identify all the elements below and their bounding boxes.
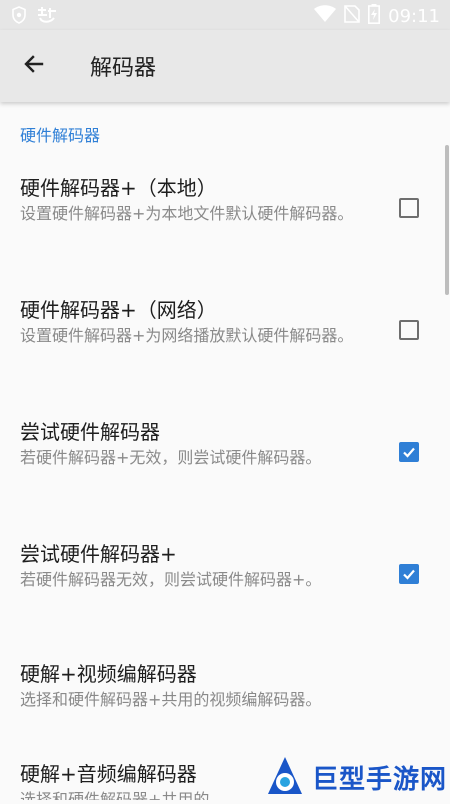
setting-try-hw-decoder[interactable]: 尝试硬件解码器 若硬件解码器+无效，则尝试硬件解码器。 — [0, 404, 450, 522]
status-time: 09:11 — [388, 5, 440, 27]
setting-description: 若硬件解码器无效，则尝试硬件解码器+。 — [20, 570, 322, 589]
setting-title: 尝试硬件解码器+ — [20, 542, 177, 566]
setting-title: 尝试硬件解码器 — [20, 420, 160, 444]
battery-charging-icon — [368, 4, 381, 28]
setting-description: 若硬件解码器+无效，则尝试硬件解码器。 — [20, 448, 322, 467]
status-right-icons: 09:11 — [314, 4, 440, 28]
setting-description: 设置硬件解码器+为网络播放默认硬件解码器。 — [20, 326, 354, 345]
watermark-logo-icon — [262, 754, 308, 800]
settings-list[interactable]: 硬件解码器 硬件解码器+（本地） 设置硬件解码器+为本地文件默认硬件解码器。 硬… — [0, 102, 450, 800]
checkbox-hw-decoder-plus-network[interactable] — [399, 320, 419, 340]
watermark: 巨型手游网 — [262, 754, 450, 800]
watermark-text: 巨型手游网 — [312, 764, 448, 795]
setting-hw-decoder-plus-network[interactable]: 硬件解码器+（网络） 设置硬件解码器+为网络播放默认硬件解码器。 — [0, 282, 450, 400]
page-title: 解码器 — [90, 56, 157, 81]
setting-description: 设置硬件解码器+为本地文件默认硬件解码器。 — [20, 204, 354, 223]
setting-title: 硬解+视频编解码器 — [20, 662, 197, 686]
checkbox-try-hw-decoder-plus[interactable] — [399, 564, 419, 584]
setting-hw-decoder-plus-local[interactable]: 硬件解码器+（本地） 设置硬件解码器+为本地文件默认硬件解码器。 — [0, 160, 450, 278]
checkbox-try-hw-decoder[interactable] — [399, 442, 419, 462]
setting-description: 选择和硬件解码器+共用的视频编解码器。 — [20, 690, 322, 709]
checkbox-hw-decoder-plus-local[interactable] — [399, 198, 419, 218]
no-sim-icon — [344, 5, 360, 27]
back-button[interactable] — [16, 48, 52, 84]
setting-title: 硬件解码器+（本地） — [20, 176, 217, 200]
toolbar: 解码器 — [0, 30, 450, 102]
setting-try-hw-decoder-plus[interactable]: 尝试硬件解码器+ 若硬件解码器无效，则尝试硬件解码器+。 — [0, 526, 450, 644]
status-left-icons — [12, 6, 58, 28]
section-header: 硬件解码器 — [20, 126, 101, 145]
scrollbar-thumb[interactable] — [445, 145, 449, 295]
check-icon — [403, 447, 415, 458]
shield-icon — [12, 6, 26, 28]
setting-title: 硬件解码器+（网络） — [20, 298, 217, 322]
status-bar: 09:11 — [0, 0, 450, 30]
wifi-icon — [314, 5, 337, 27]
check-icon — [403, 569, 415, 580]
arrow-left-icon — [22, 52, 46, 80]
app-notification-icon — [36, 6, 58, 28]
setting-title: 硬解+音频编解码器 — [20, 762, 197, 786]
setting-hw-plus-video-codecs[interactable]: 硬解+视频编解码器 选择和硬件解码器+共用的视频编解码器。 — [0, 648, 450, 744]
